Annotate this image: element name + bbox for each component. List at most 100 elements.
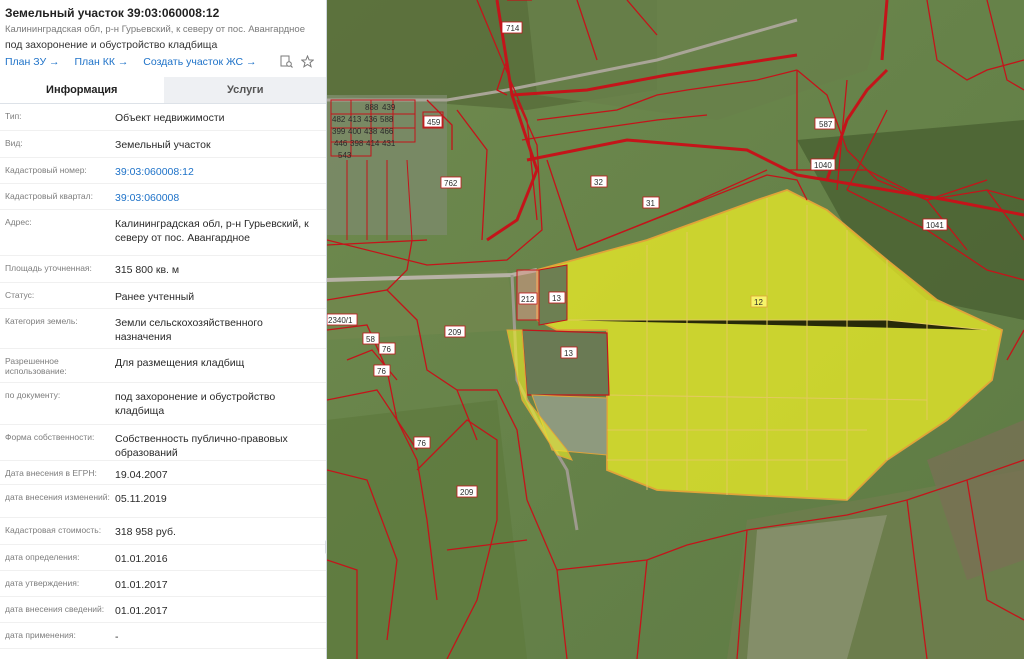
settlement-label: 543	[338, 151, 352, 160]
row-value: 01.01.2016	[115, 553, 168, 565]
row-label: Вид:	[5, 138, 23, 148]
parcel-label: 762	[444, 179, 458, 188]
row-value: Калининградская обл, р-н Гурьевский, к с…	[115, 218, 309, 244]
parcel-address: Калининградская обл, р-н Гурьевский, к с…	[5, 24, 305, 35]
parcel-label: 76	[377, 367, 386, 376]
cadastral-map[interactable]: 714 587 1040 1041 762 32 31 212 13 13 20…	[327, 0, 1024, 659]
parcel-label: 212	[521, 295, 535, 304]
table-row: Дата внесения в ЕГРН: 19.04.2007	[0, 461, 326, 485]
table-row: Кадастровый квартал: 39:03:060008	[0, 184, 326, 210]
settlement-label: 466	[380, 127, 394, 136]
parcel-label: 2340/1	[328, 316, 353, 325]
property-table: Тип: Объект недвижимости Вид: Земельный …	[0, 104, 326, 649]
settlement-label: 482	[332, 115, 346, 124]
row-value: Земли сельскохозяйственного назначения	[115, 317, 263, 343]
table-row: дата внесения изменений: 05.11.2019	[0, 485, 326, 518]
plan-kk-link[interactable]: План КК →	[74, 56, 128, 68]
row-label: Площадь уточненная:	[5, 263, 92, 273]
row-value: 19.04.2007	[115, 469, 168, 481]
table-row: Форма собственности: Собственность публи…	[0, 425, 326, 461]
settlement-label: 431	[382, 139, 396, 148]
row-value: Для размещения кладбищ	[115, 357, 245, 369]
parcel-purpose: под захоронение и обустройство кладбища	[5, 39, 218, 51]
row-value: 05.11.2019	[115, 493, 167, 505]
row-label: Статус:	[5, 290, 35, 300]
action-links: План ЗУ → План КК → Создать участок ЖС →	[5, 56, 269, 68]
star-icon[interactable]	[300, 54, 315, 71]
parcel-title: Земельный участок 39:03:060008:12	[5, 6, 220, 20]
table-row: Статус: Ранее учтенный	[0, 283, 326, 309]
row-label: дата внесения изменений:	[5, 492, 110, 502]
plan-zu-link[interactable]: План ЗУ →	[5, 56, 60, 68]
tab-services[interactable]: Услуги	[163, 77, 326, 103]
settlement-label: 414	[366, 139, 380, 148]
table-row: дата применения: -	[0, 623, 326, 649]
settlement-label: 399	[332, 127, 346, 136]
parcel-label: 13	[552, 294, 561, 303]
parcel-label: 13	[564, 349, 573, 358]
row-label: Тип:	[5, 111, 22, 121]
settlement-label: 439	[382, 103, 396, 112]
parcel-label: 209	[448, 328, 462, 337]
table-row: Тип: Объект недвижимости	[0, 104, 326, 131]
cadastral-quarter-link[interactable]: 39:03:060008	[115, 191, 320, 205]
info-panel: Земельный участок 39:03:060008:12 Калини…	[0, 0, 327, 659]
row-label: дата определения:	[5, 552, 80, 562]
table-row: Кадастровый номер: 39:03:060008:12	[0, 158, 326, 184]
parcel-label: 714	[506, 24, 520, 33]
row-value: 01.01.2017	[115, 579, 168, 591]
row-label: дата внесения сведений:	[5, 604, 105, 614]
settlement-label: 588	[380, 115, 394, 124]
selected-parcel-label: 12	[754, 298, 763, 307]
row-label: по документу:	[5, 390, 61, 400]
table-row: по документу: под захоронение и обустрой…	[0, 383, 326, 425]
row-label: Кадастровый квартал:	[5, 191, 93, 201]
row-value: Собственность публично-правовых образова…	[115, 433, 288, 459]
tab-info[interactable]: Информация	[0, 77, 164, 103]
doc-search-icon[interactable]	[280, 55, 293, 71]
row-label: Категория земель:	[5, 316, 78, 326]
parcel-label: 58	[366, 335, 375, 344]
row-value: под захоронение и обустройство кладбища	[115, 391, 276, 417]
settlement-label: 888	[365, 103, 379, 112]
parcel-label: 1041	[926, 221, 944, 230]
row-label: Разрешенное использование:	[5, 356, 67, 376]
table-row: дата внесения сведений: 01.01.2017	[0, 597, 326, 623]
table-row: Вид: Земельный участок	[0, 131, 326, 158]
parcel-label: 1040	[814, 161, 832, 170]
row-value: -	[115, 631, 119, 643]
row-value: 315 800 кв. м	[115, 264, 180, 276]
header-actions	[280, 54, 315, 71]
parcel-label: 31	[646, 199, 655, 208]
row-value: Ранее учтенный	[115, 291, 195, 303]
row-label: Адрес:	[5, 217, 32, 227]
create-parcel-link[interactable]: Создать участок ЖС →	[143, 56, 256, 68]
parcel-label: 32	[594, 178, 603, 187]
parcel-label: 76	[417, 439, 426, 448]
row-label: Дата внесения в ЕГРН:	[5, 468, 97, 478]
settlement-label: 436	[364, 115, 378, 124]
row-label: Форма собственности:	[5, 432, 95, 442]
settlement-label: 446	[334, 139, 348, 148]
parcel-13-south[interactable]	[521, 329, 610, 396]
parcel-label: 209	[460, 488, 474, 497]
parcel-label: 587	[819, 120, 833, 129]
map-canvas[interactable]: 714 587 1040 1041 762 32 31 212 13 13 20…	[327, 0, 1024, 659]
settlement-label: 400	[348, 127, 362, 136]
row-label: дата применения:	[5, 630, 76, 640]
row-value: Объект недвижимости	[115, 112, 225, 124]
table-row: Разрешенное использование: Для размещени…	[0, 349, 326, 383]
tab-bar: Информация Услуги	[0, 77, 326, 104]
row-label: Кадастровый номер:	[5, 165, 87, 175]
table-row: Категория земель: Земли сельскохозяйстве…	[0, 309, 326, 349]
settlement-label: 398	[350, 139, 364, 148]
row-value: Земельный участок	[115, 139, 211, 151]
parcel-label: 76	[382, 345, 391, 354]
table-row: Кадастровая стоимость: 318 958 руб.	[0, 518, 326, 545]
parcel-label: 459	[427, 118, 441, 127]
cadastral-number-link[interactable]: 39:03:060008:12	[115, 165, 320, 179]
table-row: дата утверждения: 01.01.2017	[0, 571, 326, 597]
settlement-label: 438	[364, 127, 378, 136]
table-row: Адрес: Калининградская обл, р-н Гурьевск…	[0, 210, 326, 256]
row-value: 01.01.2017	[115, 605, 168, 617]
